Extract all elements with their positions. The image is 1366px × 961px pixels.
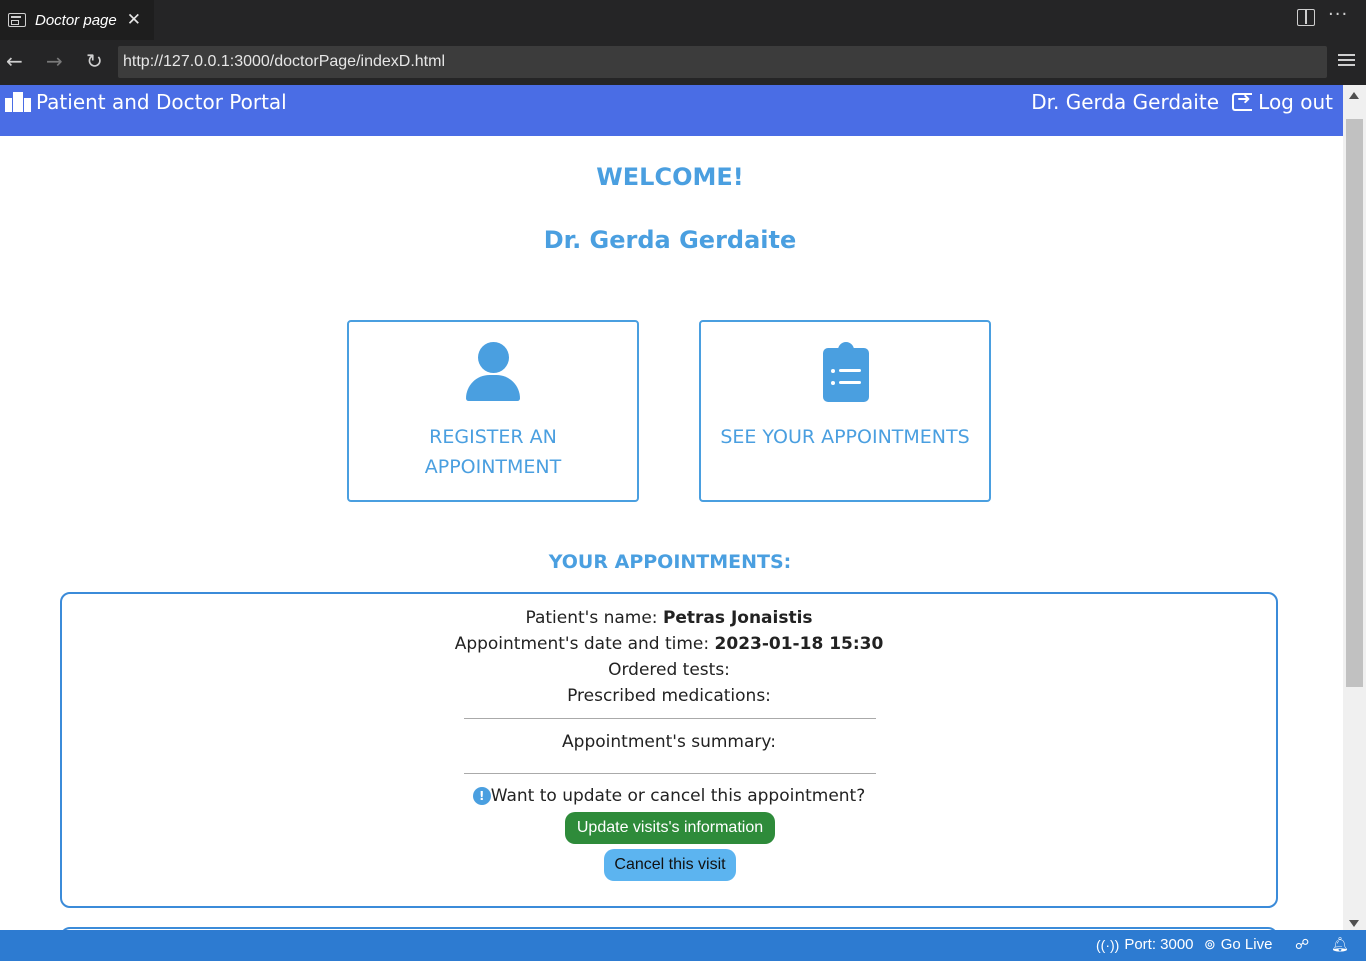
cancel-visit-button[interactable]: Cancel this visit bbox=[604, 849, 736, 881]
patient-name: Petras Jonaistis bbox=[662, 608, 813, 628]
update-visit-button[interactable]: Update visits's information bbox=[565, 812, 775, 844]
tab-title: Doctor page bbox=[35, 11, 117, 29]
register-appointment-card[interactable]: REGISTER AN APPOINTMENT bbox=[347, 320, 639, 502]
broadcast-icon: ((·)) bbox=[1096, 936, 1120, 953]
scroll-up-icon[interactable] bbox=[1349, 92, 1359, 99]
see-appointments-card[interactable]: SEE YOUR APPOINTMENTS bbox=[699, 320, 991, 502]
appointments-heading: YOUR APPOINTMENTS: bbox=[548, 551, 792, 573]
close-icon[interactable]: ✕ bbox=[127, 10, 141, 30]
summary-label: Appointment's summary: bbox=[562, 732, 776, 752]
port-status[interactable]: ((·)) Port: 3000 bbox=[1096, 936, 1194, 953]
page-viewport: Patient and Doctor Portal Dr. Gerda Gerd… bbox=[0, 85, 1343, 930]
forward-arrow-icon[interactable]: → bbox=[46, 50, 63, 72]
antenna-icon: ⊚ bbox=[1204, 936, 1216, 952]
hospital-icon bbox=[5, 92, 31, 112]
datetime-row: Appointment's date and time: 2023-01-18 … bbox=[454, 634, 884, 654]
navigation-bar: ← → ↻ http://127.0.0.1:3000/doctorPage/i… bbox=[0, 40, 1366, 85]
header-user-name: Dr. Gerda Gerdaite bbox=[1031, 90, 1219, 114]
clipboard-list-icon bbox=[823, 342, 869, 402]
go-live-button[interactable]: ⊚ Go Live bbox=[1204, 936, 1272, 953]
update-cancel-prompt: ! Want to update or cancel this appointme… bbox=[62, 786, 1276, 806]
reload-icon[interactable]: ↻ bbox=[86, 50, 103, 72]
preview-icon bbox=[8, 13, 26, 27]
page-scrollbar[interactable] bbox=[1343, 85, 1366, 930]
tab-doctor-page[interactable]: Doctor page ✕ bbox=[0, 0, 154, 40]
appointment-datetime: 2023-01-18 15:30 bbox=[714, 634, 884, 654]
person-icon bbox=[466, 342, 520, 402]
more-actions-icon[interactable]: ··· bbox=[1328, 4, 1348, 25]
logout-label: Log out bbox=[1258, 90, 1333, 114]
appointment-card: Patient's name: Petras Jonaistis Appoint… bbox=[60, 592, 1278, 908]
doctor-name-heading: Dr. Gerda Gerdaite bbox=[543, 226, 797, 254]
prescribed-medications-label: Prescribed medications: bbox=[567, 686, 771, 706]
status-bar: ((·)) Port: 3000 ⊚ Go Live ☍ 🔔︎ bbox=[0, 930, 1366, 961]
scroll-thumb[interactable] bbox=[1346, 119, 1363, 687]
tab-bar: Doctor page ✕ ··· bbox=[0, 0, 1366, 40]
see-appointments-label: SEE YOUR APPOINTMENTS bbox=[720, 426, 970, 448]
brand-link[interactable]: Patient and Doctor Portal bbox=[5, 90, 287, 114]
info-icon: ! bbox=[472, 787, 491, 805]
divider bbox=[464, 773, 876, 774]
logout-button[interactable]: Log out bbox=[1232, 89, 1333, 114]
site-header: Patient and Doctor Portal Dr. Gerda Gerd… bbox=[0, 85, 1343, 136]
bell-icon[interactable]: 🔔︎ bbox=[1331, 936, 1354, 953]
split-editor-icon[interactable] bbox=[1297, 9, 1315, 26]
patient-name-row: Patient's name: Petras Jonaistis bbox=[525, 608, 813, 628]
register-appointment-label: REGISTER AN APPOINTMENT bbox=[424, 426, 562, 478]
welcome-heading: WELCOME! bbox=[596, 163, 744, 191]
menu-icon[interactable] bbox=[1338, 54, 1355, 68]
divider bbox=[464, 718, 876, 719]
feedback-icon[interactable]: ☍ bbox=[1295, 936, 1314, 953]
scroll-down-icon[interactable] bbox=[1349, 920, 1359, 927]
logout-icon bbox=[1232, 89, 1253, 111]
url-input[interactable]: http://127.0.0.1:3000/doctorPage/indexD.… bbox=[118, 46, 1327, 78]
back-arrow-icon[interactable]: ← bbox=[6, 50, 23, 72]
ordered-tests-label: Ordered tests: bbox=[608, 660, 730, 680]
brand-title: Patient and Doctor Portal bbox=[36, 90, 287, 114]
